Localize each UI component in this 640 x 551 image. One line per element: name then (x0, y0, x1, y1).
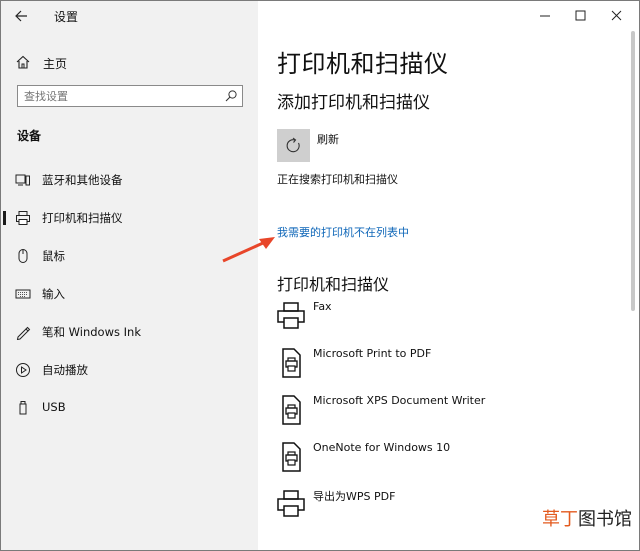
refresh-icon (286, 137, 300, 153)
settings-window: 设置 主页 设备 蓝牙和其他设备 (0, 0, 640, 551)
printer-not-listed-link[interactable]: 我需要的打印机不在列表中 (277, 224, 409, 240)
sidebar-item-usb[interactable]: USB (1, 393, 258, 423)
printers-list-heading: 打印机和扫描仪 (277, 275, 390, 294)
minimize-icon (540, 15, 550, 17)
sidebar: 设置 主页 设备 蓝牙和其他设备 (1, 1, 258, 550)
device-name: Microsoft XPS Document Writer (313, 394, 486, 407)
sidebar-item-input[interactable]: 输入 (1, 279, 258, 309)
sidebar-item-autoplay[interactable]: 自动播放 (1, 355, 258, 385)
close-button[interactable] (598, 3, 636, 27)
refresh-label: 刷新 (317, 133, 339, 146)
watermark-rest: 图书馆 (578, 509, 632, 530)
printer-icon (16, 211, 30, 225)
printer-icon (277, 490, 305, 517)
device-name: 导出为WPS PDF (313, 490, 396, 503)
search-input[interactable] (24, 88, 214, 104)
device-name: Fax (313, 300, 332, 313)
mouse-icon (18, 249, 28, 263)
sidebar-item-label: 鼠标 (42, 249, 65, 263)
pen-icon (16, 326, 31, 340)
home-label[interactable]: 主页 (43, 55, 67, 72)
device-item-fax[interactable]: Fax (273, 300, 613, 340)
page-title: 打印机和扫描仪 (277, 50, 449, 78)
section-title: 设备 (17, 129, 42, 143)
sidebar-item-bluetooth[interactable]: 蓝牙和其他设备 (1, 165, 258, 195)
sidebar-item-label: 打印机和扫描仪 (42, 211, 123, 225)
device-item-onenote[interactable]: OneNote for Windows 10 (273, 441, 613, 481)
watermark-brand: 草丁 (542, 509, 578, 530)
watermark: 草丁图书馆 (542, 505, 632, 531)
home-icon (16, 55, 30, 69)
device-item-print-to-pdf[interactable]: Microsoft Print to PDF (273, 347, 613, 387)
document-printer-icon (282, 348, 301, 378)
selected-indicator (3, 211, 6, 225)
maximize-icon (575, 10, 586, 21)
app-title: 设置 (54, 10, 79, 24)
device-item-xps-writer[interactable]: Microsoft XPS Document Writer (273, 394, 613, 434)
back-button[interactable] (11, 5, 35, 27)
usb-icon (19, 401, 27, 415)
close-icon (611, 10, 622, 21)
keyboard-icon (15, 289, 31, 299)
sidebar-item-label: 蓝牙和其他设备 (42, 173, 123, 187)
sidebar-item-label: 输入 (42, 287, 65, 301)
autoplay-icon (16, 363, 30, 377)
scrollbar[interactable] (631, 31, 635, 311)
device-name: OneNote for Windows 10 (313, 441, 451, 454)
document-printer-icon (282, 442, 301, 472)
searching-status: 正在搜索打印机和扫描仪 (277, 173, 398, 186)
minimize-button[interactable] (526, 3, 564, 27)
bluetooth-devices-icon (15, 174, 30, 186)
printer-icon (277, 302, 305, 329)
sidebar-item-pen[interactable]: 笔和 Windows Ink (1, 317, 258, 347)
sidebar-item-label: USB (42, 400, 66, 414)
sidebar-item-label: 笔和 Windows Ink (42, 325, 141, 339)
back-arrow-icon (15, 10, 27, 22)
annotation-arrow (222, 237, 275, 263)
sidebar-item-label: 自动播放 (42, 363, 88, 377)
search-icon[interactable] (224, 89, 238, 103)
add-printers-heading: 添加打印机和扫描仪 (277, 93, 430, 113)
refresh-button[interactable] (277, 129, 310, 162)
maximize-button[interactable] (562, 3, 600, 27)
device-name: Microsoft Print to PDF (313, 347, 432, 360)
search-box[interactable] (17, 85, 243, 107)
sidebar-item-printers[interactable]: 打印机和扫描仪 (1, 203, 258, 233)
document-printer-icon (282, 395, 301, 425)
